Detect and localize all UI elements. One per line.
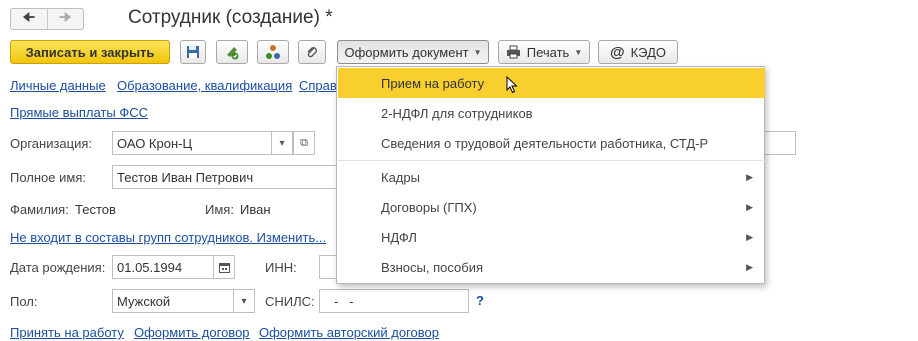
menu-item-2ndfl[interactable]: 2-НДФЛ для сотрудников xyxy=(338,98,765,128)
print-label: Печать xyxy=(526,44,570,60)
print-button[interactable]: Печать ▼ xyxy=(498,40,590,64)
printer-icon xyxy=(506,45,520,59)
chevron-down-icon: ▼ xyxy=(574,47,583,57)
fullname-value: Тестов Иван Петрович xyxy=(117,169,254,185)
menu-item-std-r[interactable]: Сведения о трудовой деятельности работни… xyxy=(338,128,765,158)
forward-button[interactable]: 🠊 xyxy=(46,9,84,29)
chevron-down-icon: ▾ xyxy=(279,137,285,149)
calendar-button[interactable] xyxy=(213,255,235,279)
hierarchy-icon xyxy=(266,45,280,59)
link-hire[interactable]: Принять на работу xyxy=(10,325,124,340)
menu-item-contributions[interactable]: Взносы, пособия ▶ xyxy=(338,252,765,282)
snils-value: - - xyxy=(334,293,354,309)
menu-item-label: Сведения о трудовой деятельности работни… xyxy=(381,135,709,151)
link-contract[interactable]: Оформить договор xyxy=(134,325,250,340)
birth-label: Дата рождения: xyxy=(10,260,106,275)
format-document-button[interactable]: Оформить документ ▼ xyxy=(337,40,489,64)
kedo-button[interactable]: @ КЭДО xyxy=(598,40,678,64)
menu-item-label: Взносы, пособия xyxy=(381,259,484,275)
link-author-contract[interactable]: Оформить авторский договор xyxy=(259,325,439,340)
menu-item-label: Прием на работу xyxy=(381,75,485,91)
name-value: Иван xyxy=(240,202,271,217)
menu-item-label: НДФЛ xyxy=(381,229,417,245)
save-and-close-label: Записать и закрыть xyxy=(25,44,155,60)
org-field[interactable]: ОАО Крон-Ц xyxy=(112,131,272,155)
surname-label: Фамилия: xyxy=(10,202,69,217)
arrow-right-icon: 🠊 xyxy=(58,9,72,25)
chevron-right-icon: ▶ xyxy=(746,171,753,182)
save-button[interactable] xyxy=(180,40,206,64)
paperclip-icon xyxy=(307,47,317,58)
attach-button[interactable] xyxy=(298,40,326,64)
mouse-pointer-icon xyxy=(506,76,518,94)
menu-item-label: 2-НДФЛ для сотрудников xyxy=(381,105,533,121)
open-window-icon: ⧉ xyxy=(300,136,308,149)
birth-field[interactable]: 01.05.1994 xyxy=(112,255,214,279)
chevron-right-icon: ▶ xyxy=(746,261,753,272)
groups-link[interactable]: Не входит в составы групп сотрудников. И… xyxy=(10,230,326,245)
kedo-label: КЭДО xyxy=(630,44,667,60)
fullname-field[interactable]: Тестов Иван Петрович xyxy=(112,165,338,189)
menu-item-ndfl[interactable]: НДФЛ ▶ xyxy=(338,222,765,252)
nav-group: 🠈 🠊 xyxy=(10,8,84,30)
menu-item-label: Договоры (ГПХ) xyxy=(381,199,477,215)
birth-value: 01.05.1994 xyxy=(117,259,183,275)
org-dropdown-button[interactable]: ▾ xyxy=(271,131,293,155)
at-sign-icon: @ xyxy=(609,43,625,61)
menu-separator xyxy=(338,160,765,161)
snils-help-icon[interactable]: ? xyxy=(476,293,484,308)
gender-field[interactable]: Мужской xyxy=(112,289,234,313)
edit-check-icon xyxy=(227,47,239,60)
link-references[interactable]: Справ xyxy=(299,78,337,93)
org-label: Организация: xyxy=(10,136,93,151)
gender-value: Мужской xyxy=(117,293,171,309)
gender-dropdown-button[interactable]: ▾ xyxy=(233,289,255,313)
page-title: Сотрудник (создание) * xyxy=(128,7,333,28)
link-fss-payments[interactable]: Прямые выплаты ФСС xyxy=(10,105,148,120)
chevron-down-icon: ▼ xyxy=(473,47,482,57)
menu-item-label: Кадры xyxy=(381,169,420,185)
menu-item-hire[interactable]: Прием на работу xyxy=(338,68,765,98)
org-open-button[interactable]: ⧉ xyxy=(293,131,315,155)
menu-item-contracts[interactable]: Договоры (ГПХ) ▶ xyxy=(338,192,765,222)
right-partial-field[interactable] xyxy=(764,131,796,155)
floppy-disk-icon xyxy=(187,46,199,58)
fullname-label: Полное имя: xyxy=(10,170,86,185)
calendar-icon xyxy=(218,262,230,273)
back-button[interactable]: 🠈 xyxy=(11,9,47,29)
format-document-menu: Прием на работу 2-НДФЛ для сотрудников С… xyxy=(336,66,765,284)
name-label: Имя: xyxy=(205,202,234,217)
arrow-left-icon: 🠈 xyxy=(22,9,36,25)
snils-field[interactable]: - - xyxy=(319,289,469,313)
menu-item-personnel[interactable]: Кадры ▶ xyxy=(338,162,765,192)
surname-value: Тестов xyxy=(75,202,116,217)
gender-label: Пол: xyxy=(10,294,38,309)
structure-button[interactable] xyxy=(257,40,289,64)
snils-label: СНИЛС: xyxy=(265,294,315,309)
post-button[interactable] xyxy=(216,40,248,64)
chevron-right-icon: ▶ xyxy=(746,201,753,212)
chevron-right-icon: ▶ xyxy=(746,231,753,242)
save-and-close-button[interactable]: Записать и закрыть xyxy=(10,40,170,64)
chevron-down-icon: ▾ xyxy=(241,295,247,307)
link-education[interactable]: Образование, квалификация xyxy=(117,78,292,93)
inn-label: ИНН: xyxy=(265,260,297,275)
format-document-label: Оформить документ xyxy=(344,44,469,60)
link-personal-data[interactable]: Личные данные xyxy=(10,78,106,93)
org-value: ОАО Крон-Ц xyxy=(117,135,193,151)
